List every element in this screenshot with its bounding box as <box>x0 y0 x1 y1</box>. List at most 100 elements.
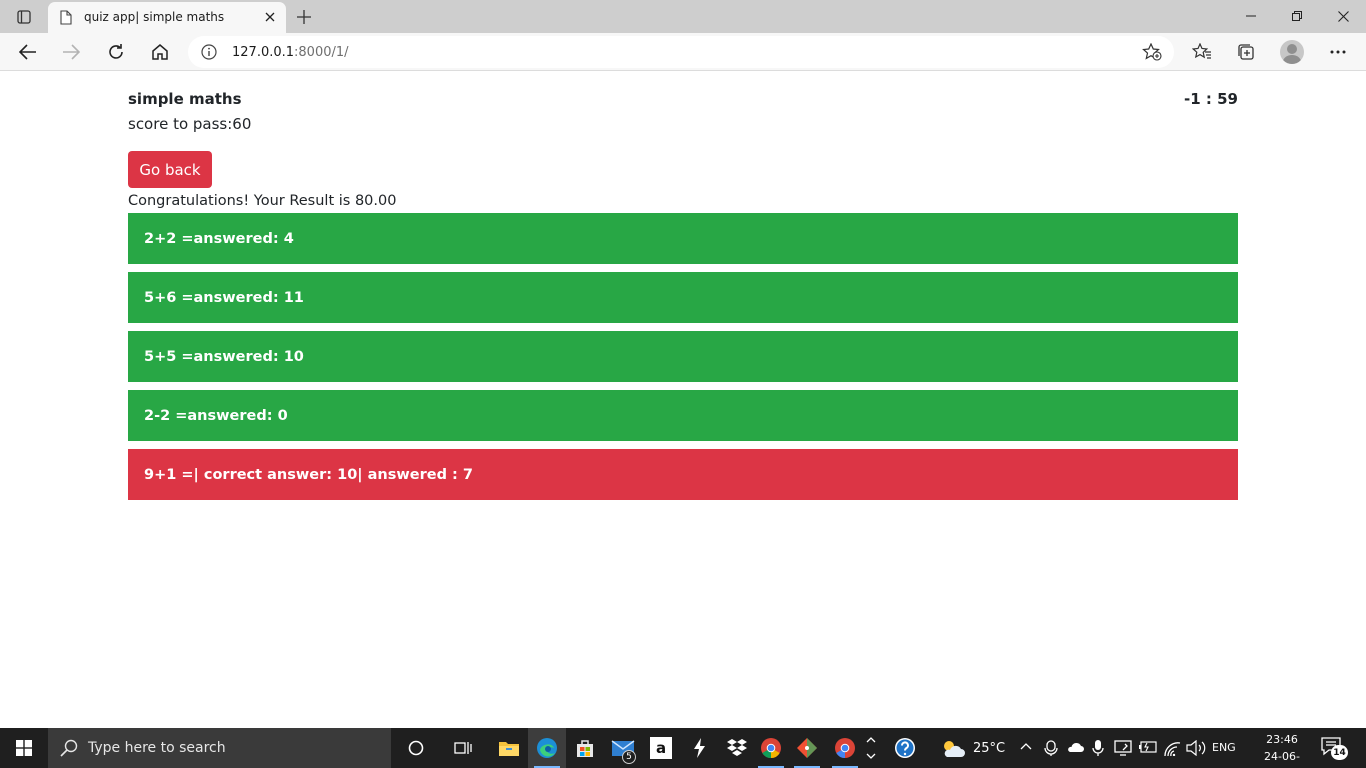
answer-row-correct: 5+5 =answered: 10 <box>128 331 1238 382</box>
collections-icon <box>1238 44 1254 60</box>
chevron-up-down-icon <box>866 737 876 759</box>
tab-title: quiz app| simple maths <box>84 10 225 24</box>
home-button[interactable] <box>144 36 176 68</box>
wifi-icon[interactable] <box>1164 740 1182 756</box>
avatar-body <box>1283 55 1301 64</box>
partly-cloudy-icon <box>944 741 965 757</box>
weather-temperature[interactable]: 25°C <box>973 741 1005 756</box>
add-favorite-icon[interactable] <box>1142 43 1162 61</box>
url-path: :8000/1/ <box>294 45 349 60</box>
answer-row-correct: 2+2 =answered: 4 <box>128 213 1238 264</box>
mail-app[interactable]: 5 <box>604 728 642 768</box>
go-back-button[interactable]: Go back <box>128 151 212 188</box>
amazon-app[interactable]: a <box>642 728 680 768</box>
favorites-icon <box>1192 43 1211 59</box>
url-host: 127.0.0.1 <box>232 45 295 60</box>
git-app[interactable] <box>788 728 826 768</box>
store-app[interactable] <box>566 728 604 768</box>
plus-icon <box>297 10 311 24</box>
restore-button[interactable] <box>1274 0 1320 32</box>
arrow-left-icon <box>19 44 36 60</box>
notification-count: 14 <box>1331 745 1348 760</box>
tab-actions-button[interactable] <box>8 4 40 30</box>
clock[interactable]: 23:46 24-06-2021 <box>1252 731 1312 768</box>
url-text[interactable]: 127.0.0.1:8000/1/ <box>232 45 349 60</box>
quiz-timer: -1 : 59 <box>1184 90 1238 108</box>
edge-icon <box>537 738 557 758</box>
mail-badge: 5 <box>622 750 636 764</box>
language-indicator[interactable]: ENG <box>1212 741 1236 754</box>
sublime-app[interactable] <box>680 728 718 768</box>
windows-logo-icon <box>16 740 32 756</box>
quiz-title: simple maths <box>128 90 242 108</box>
home-icon <box>152 44 168 60</box>
dropbox-icon <box>727 739 747 756</box>
store-icon <box>577 740 593 757</box>
restore-icon <box>1292 11 1302 21</box>
cortana-icon <box>408 740 424 756</box>
task-view-icon <box>454 742 472 754</box>
onedrive-icon[interactable] <box>1066 741 1084 753</box>
help-icon <box>895 738 915 758</box>
task-view-button[interactable] <box>444 728 482 768</box>
forward-button[interactable] <box>55 36 87 68</box>
arrow-right-icon <box>63 44 80 60</box>
tab-close-button[interactable] <box>260 7 280 27</box>
browser-toolbar: 127.0.0.1:8000/1/ <box>0 33 1366 71</box>
help-app[interactable] <box>886 728 924 768</box>
lightning-icon <box>694 738 705 758</box>
chevron-up-icon[interactable] <box>1020 742 1032 750</box>
chrome-profile-app[interactable] <box>826 728 864 768</box>
close-icon <box>1337 10 1349 22</box>
taskbar-scroll[interactable] <box>862 728 880 768</box>
page-icon <box>60 10 72 25</box>
refresh-button[interactable] <box>100 36 132 68</box>
edge-app[interactable] <box>528 728 566 768</box>
clock-date: 24-06-2021 <box>1264 750 1300 768</box>
new-tab-button[interactable] <box>290 4 318 30</box>
battery-icon[interactable] <box>1138 741 1158 753</box>
browser-titlebar: quiz app| simple maths <box>0 0 1366 33</box>
info-icon[interactable] <box>201 44 217 60</box>
back-button[interactable] <box>12 36 44 68</box>
favorites-button[interactable] <box>1186 36 1218 68</box>
window-close-button[interactable] <box>1320 0 1366 32</box>
refresh-icon <box>109 44 123 59</box>
settings-menu-button[interactable] <box>1322 36 1354 68</box>
cortana-button[interactable] <box>397 728 435 768</box>
collections-button[interactable] <box>1230 36 1262 68</box>
page-content: simple maths -1 : 59 score to pass:60 Go… <box>0 72 1366 728</box>
chrome-icon <box>835 738 855 759</box>
minimize-icon <box>1246 15 1256 17</box>
taskbar-search-box[interactable]: Type here to search <box>48 728 391 768</box>
dropbox-app[interactable] <box>718 728 756 768</box>
amazon-icon: a <box>650 737 672 759</box>
chrome-app[interactable] <box>752 728 790 768</box>
chrome-icon <box>761 738 781 759</box>
clock-time: 23:46 <box>1266 733 1298 746</box>
pass-score-text: score to pass:60 <box>128 115 252 133</box>
volume-icon[interactable] <box>1186 740 1206 756</box>
avatar-head <box>1287 44 1297 54</box>
answer-row-correct: 2-2 =answered: 0 <box>128 390 1238 441</box>
more-icon <box>1330 50 1346 54</box>
folder-icon <box>499 742 519 756</box>
meet-now-icon[interactable] <box>1044 740 1058 756</box>
result-message: Congratulations! Your Result is 80.00 <box>128 193 397 209</box>
microphone-icon[interactable] <box>1092 739 1104 757</box>
minimize-button[interactable] <box>1228 0 1274 32</box>
search-placeholder: Type here to search <box>88 740 226 756</box>
windows-taskbar: Type here to search 5 a 25°C ENG 23:46 2… <box>0 728 1366 768</box>
close-icon <box>265 12 275 22</box>
file-explorer-app[interactable] <box>490 728 528 768</box>
answer-row-wrong: 9+1 =| correct answer: 10| answered : 7 <box>128 449 1238 500</box>
browser-tab[interactable]: quiz app| simple maths <box>48 2 286 33</box>
tab-actions-icon <box>17 10 31 24</box>
answer-list: 2+2 =answered: 4 5+6 =answered: 11 5+5 =… <box>128 213 1238 508</box>
security-icon[interactable] <box>1114 740 1132 756</box>
answer-row-correct: 5+6 =answered: 11 <box>128 272 1238 323</box>
profile-avatar[interactable] <box>1280 40 1304 64</box>
start-button[interactable] <box>0 728 48 768</box>
notifications-button[interactable]: 14 <box>1320 736 1348 760</box>
address-bar[interactable]: 127.0.0.1:8000/1/ <box>188 36 1174 68</box>
